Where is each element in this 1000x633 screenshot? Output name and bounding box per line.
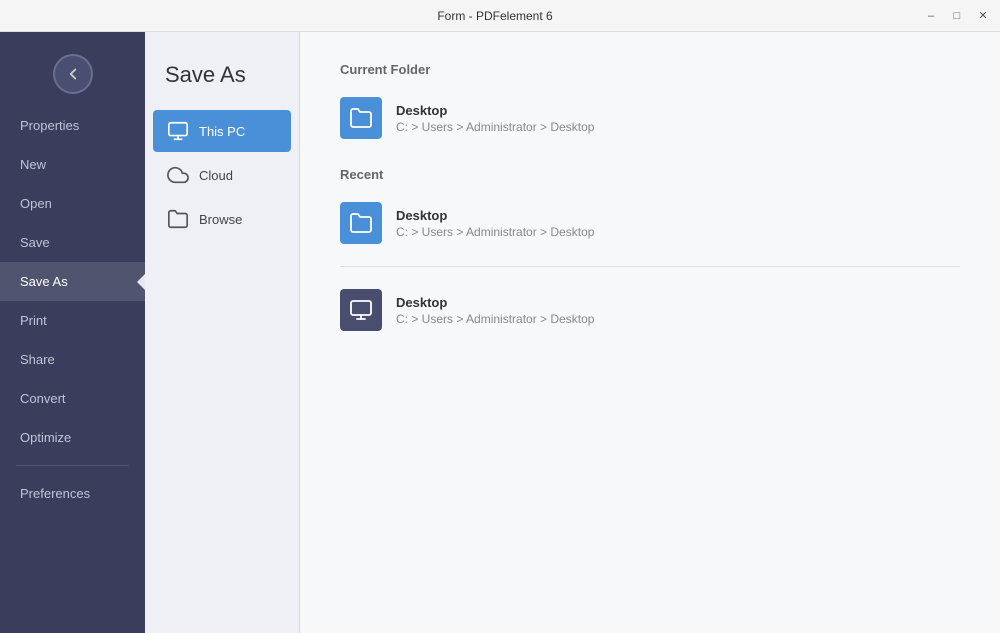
recent-label: Recent: [340, 167, 960, 182]
cloud-icon: [167, 164, 189, 186]
sidebar: Properties New Open Save Save As Print S…: [0, 32, 145, 633]
current-folder-item[interactable]: Desktop C: > Users > Administrator > Des…: [340, 89, 960, 147]
sidebar-item-properties[interactable]: Properties: [0, 106, 145, 145]
recent-icon-1: [340, 289, 382, 331]
browse-item[interactable]: Browse: [153, 198, 291, 240]
sidebar-item-preferences[interactable]: Preferences: [0, 474, 145, 513]
sidebar-item-optimize[interactable]: Optimize: [0, 418, 145, 457]
sidebar-item-open[interactable]: Open: [0, 184, 145, 223]
recent-item-1[interactable]: Desktop C: > Users > Administrator > Des…: [340, 281, 960, 339]
current-folder-icon: [340, 97, 382, 139]
current-folder-name: Desktop: [396, 103, 594, 118]
main-content: Current Folder Desktop C: > Users > Admi…: [300, 32, 1000, 633]
recent-name-0: Desktop: [396, 208, 594, 223]
sidebar-item-save[interactable]: Save: [0, 223, 145, 262]
recent-path-0: C: > Users > Administrator > Desktop: [396, 225, 594, 239]
window-title: Form - PDFelement 6: [68, 9, 922, 23]
browse-label: Browse: [199, 212, 242, 227]
current-folder-path: C: > Users > Administrator > Desktop: [396, 120, 594, 134]
sidebar-item-print[interactable]: Print: [0, 301, 145, 340]
sidebar-item-save-as[interactable]: Save As: [0, 262, 145, 301]
minimize-button[interactable]: –: [922, 7, 940, 25]
current-folder-section: Current Folder Desktop C: > Users > Admi…: [340, 62, 960, 147]
panel-title: Save As: [145, 52, 299, 108]
sidebar-item-convert[interactable]: Convert: [0, 379, 145, 418]
recent-icon-0: [340, 202, 382, 244]
middle-panel: Save As This PC Cloud Browse: [145, 32, 300, 633]
sidebar-item-new[interactable]: New: [0, 145, 145, 184]
cloud-item[interactable]: Cloud: [153, 154, 291, 196]
monitor-svg-icon: [349, 298, 373, 322]
recent-section: Recent Desktop C: > Users > Administrato…: [340, 167, 960, 339]
recent-info-0: Desktop C: > Users > Administrator > Des…: [396, 208, 594, 239]
recent-name-1: Desktop: [396, 295, 594, 310]
back-icon: [64, 65, 82, 83]
this-pc-item[interactable]: This PC: [153, 110, 291, 152]
window-controls: – □ ✕: [922, 7, 992, 25]
close-button[interactable]: ✕: [974, 7, 992, 25]
computer-icon: [167, 120, 189, 142]
back-button[interactable]: [53, 54, 93, 94]
app-window: Form - PDFelement 6 – □ ✕ Properties New: [0, 0, 1000, 633]
recent-path-1: C: > Users > Administrator > Desktop: [396, 312, 594, 326]
cloud-label: Cloud: [199, 168, 233, 183]
back-area: [0, 42, 145, 106]
recent-item-0[interactable]: Desktop C: > Users > Administrator > Des…: [340, 194, 960, 252]
sidebar-divider: [16, 465, 129, 466]
current-folder-label: Current Folder: [340, 62, 960, 77]
recent-info-1: Desktop C: > Users > Administrator > Des…: [396, 295, 594, 326]
app-body: Properties New Open Save Save As Print S…: [0, 32, 1000, 633]
folder-svg-blue: [349, 211, 373, 235]
folder-svg-icon: [349, 106, 373, 130]
this-pc-label: This PC: [199, 124, 245, 139]
current-folder-info: Desktop C: > Users > Administrator > Des…: [396, 103, 594, 134]
recent-divider: [340, 266, 960, 267]
title-bar: Form - PDFelement 6 – □ ✕: [0, 0, 1000, 32]
maximize-button[interactable]: □: [948, 7, 966, 25]
sidebar-item-share[interactable]: Share: [0, 340, 145, 379]
folder-icon: [167, 208, 189, 230]
